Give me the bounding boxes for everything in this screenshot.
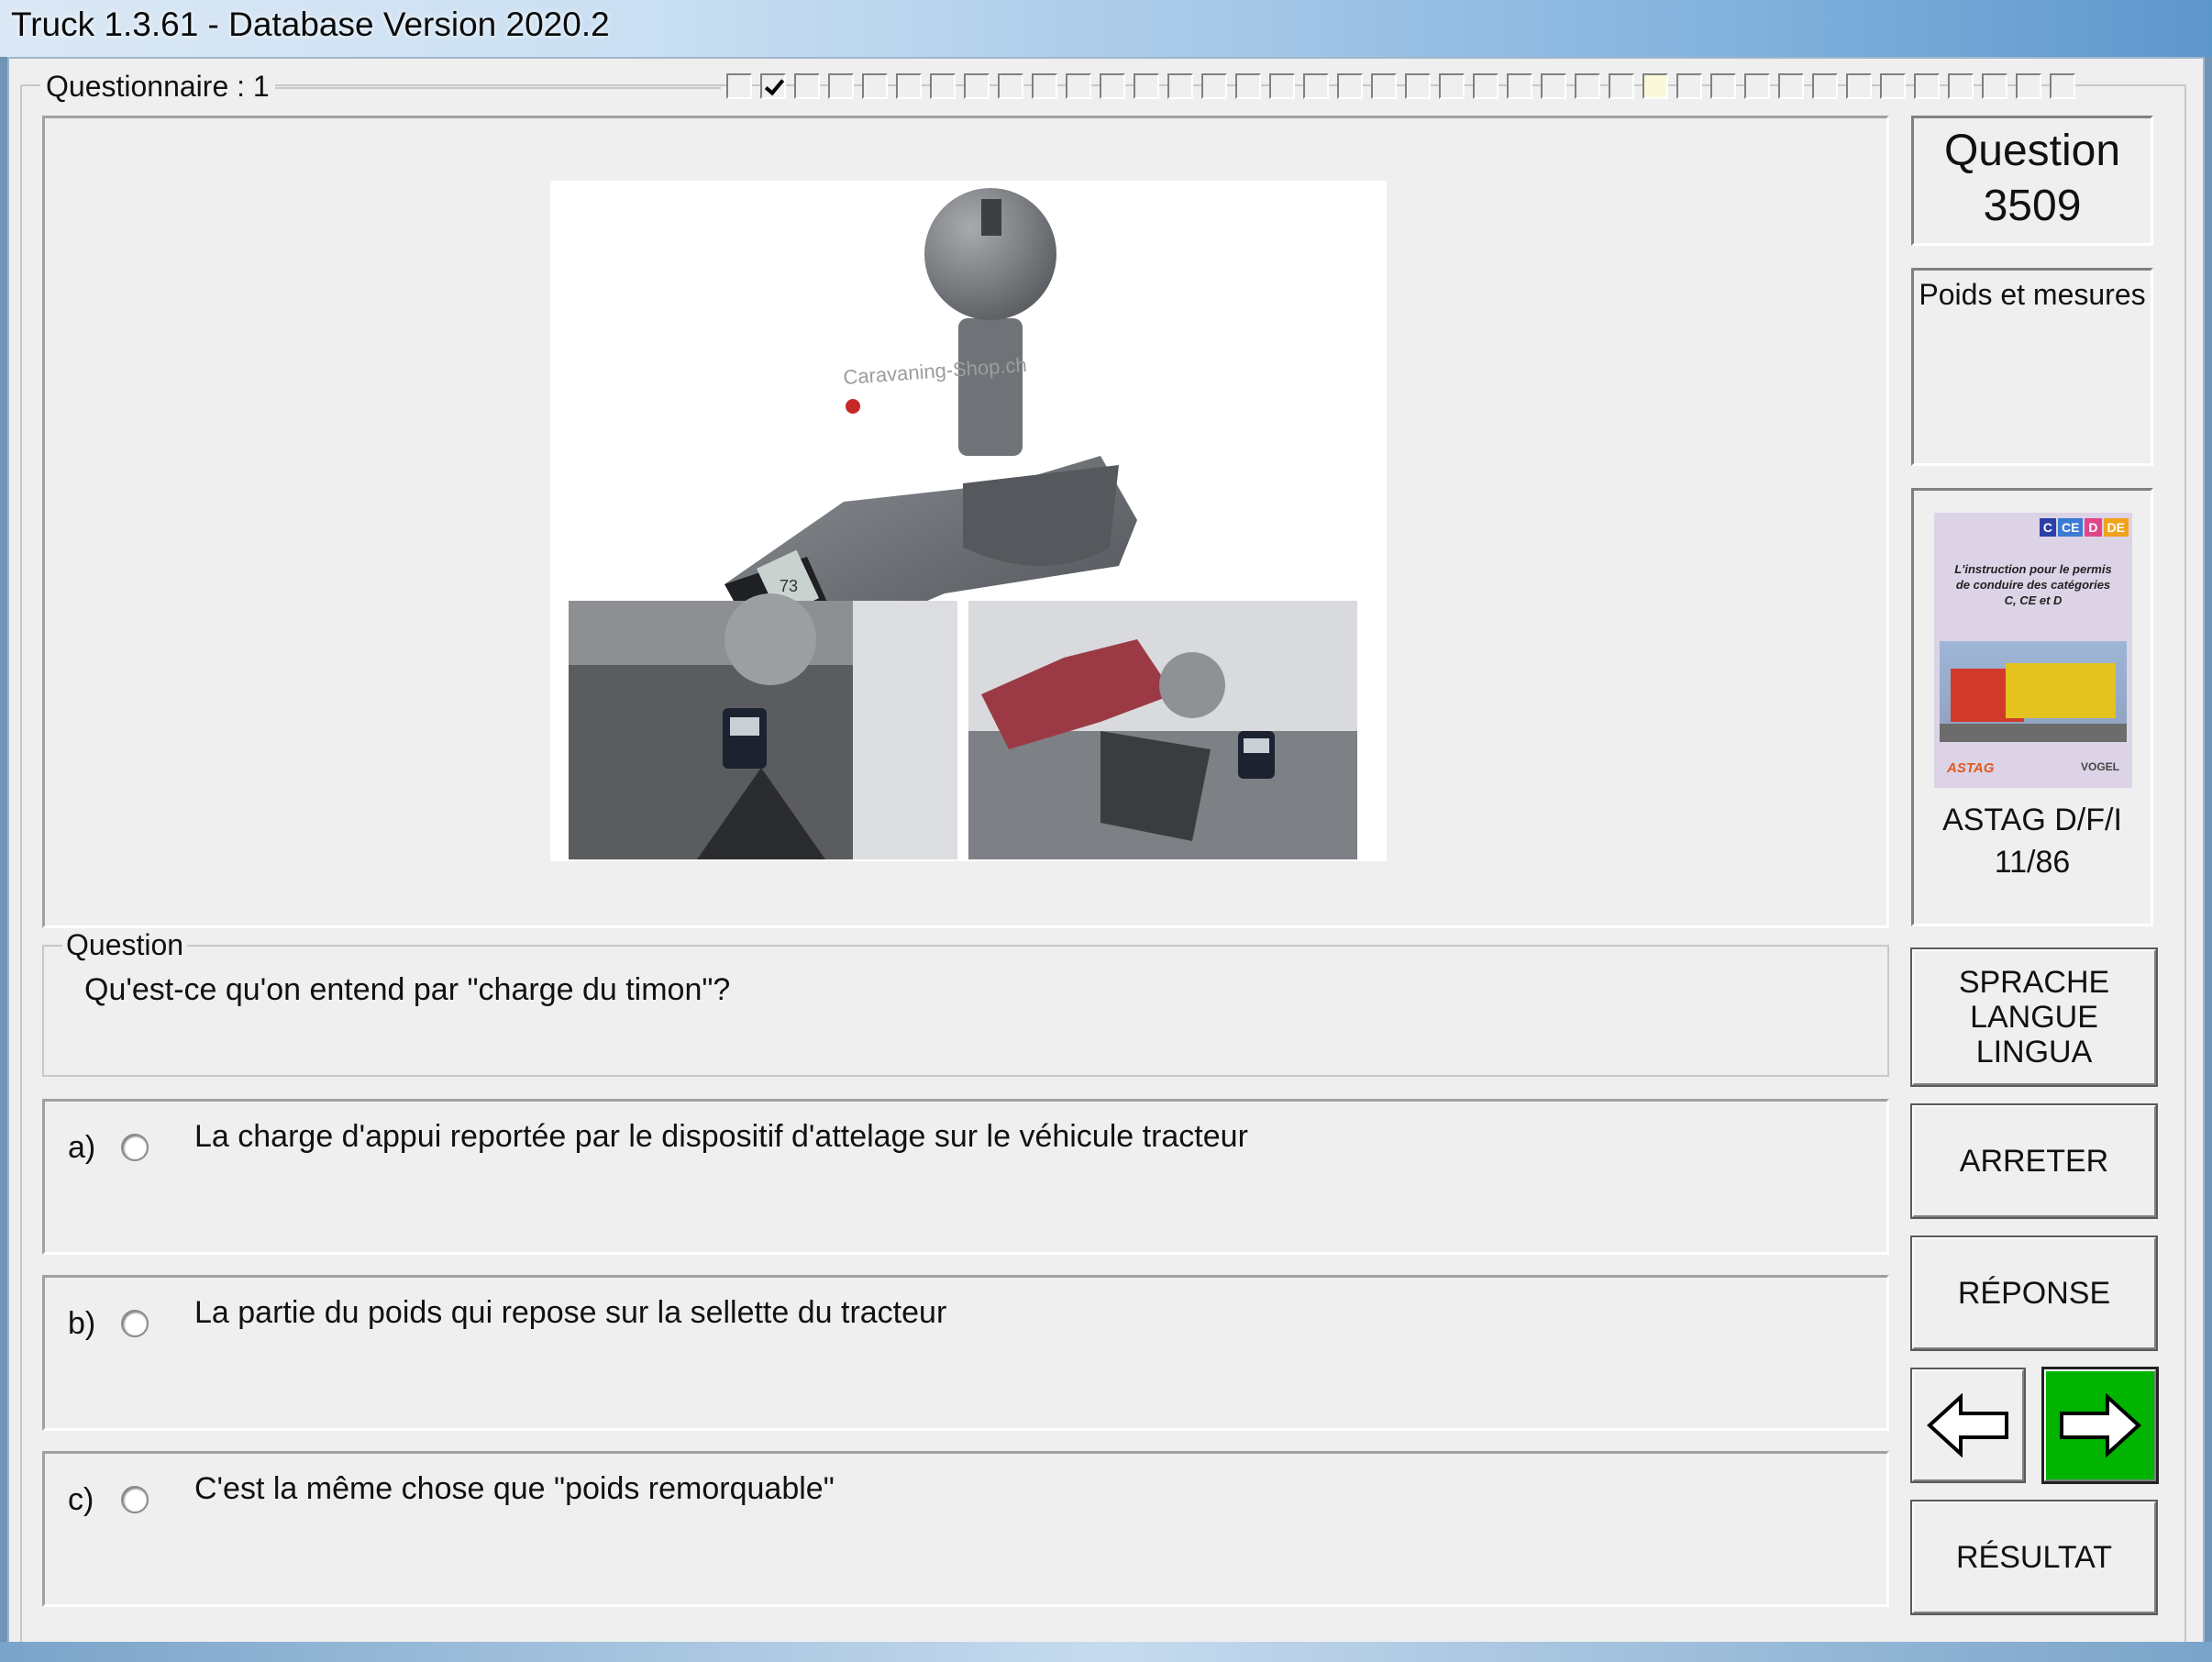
- category-text: Poids et mesures: [1919, 278, 2146, 311]
- arrow-left-icon: [1927, 1393, 2008, 1457]
- group-line: [275, 87, 721, 89]
- progress-checkbox: [1405, 73, 1431, 99]
- progress-checkbox: [1303, 73, 1329, 99]
- progress-checkbox: [1100, 73, 1125, 99]
- progress-checkbox: [1642, 73, 1668, 99]
- question-text: Qu'est-ce qu'on entend par "charge du ti…: [84, 972, 731, 1007]
- window-bottom-border: [0, 1642, 2212, 1662]
- questionnaire-label: Questionnaire : 1: [40, 70, 275, 104]
- progress-checkbox: [1676, 73, 1702, 99]
- progress-checkbox: [964, 73, 990, 99]
- previous-button[interactable]: [1910, 1368, 2026, 1483]
- hitch-photo-left: [569, 593, 957, 859]
- category-badges: C CE D DE: [2039, 518, 2129, 537]
- progress-checkbox: [1948, 73, 1974, 99]
- next-button[interactable]: [2041, 1367, 2159, 1484]
- category-badge: C: [2039, 518, 2056, 537]
- progress-checkbox: [998, 73, 1023, 99]
- answer-c-radio[interactable]: [121, 1486, 149, 1513]
- category-badge: D: [2085, 518, 2102, 537]
- progress-checkbox: [1167, 73, 1193, 99]
- progress-checkbox: [1269, 73, 1295, 99]
- answer-b-letter: b): [68, 1306, 96, 1341]
- stop-button[interactable]: ARRETER: [1910, 1103, 2158, 1219]
- answer-c-letter: c): [68, 1482, 94, 1517]
- progress-checkboxes: [726, 73, 2075, 101]
- progress-checkbox: [726, 73, 752, 99]
- category-badge: CE: [2057, 518, 2084, 537]
- language-button[interactable]: SPRACHE LANGUE LINGUA: [1910, 947, 2158, 1087]
- progress-checkbox: [1880, 73, 1906, 99]
- progress-checkbox: [794, 73, 820, 99]
- answer-button[interactable]: RÉPONSE: [1910, 1235, 2158, 1351]
- publisher-astag: ASTAG: [1947, 760, 1995, 776]
- progress-checkbox: [1201, 73, 1227, 99]
- progress-checkbox: [1066, 73, 1091, 99]
- progress-checkbox: [1812, 73, 1838, 99]
- language-button-fr: LANGUE: [1970, 999, 2098, 1035]
- progress-checkbox: [1032, 73, 1057, 99]
- answer-c-text[interactable]: C'est la même chose que "poids remorquab…: [194, 1471, 835, 1507]
- answer-a-letter: a): [68, 1130, 96, 1165]
- category-box: Poids et mesures: [1911, 268, 2153, 466]
- progress-checkbox: [862, 73, 888, 99]
- category-badge: DE: [2103, 518, 2129, 537]
- book-caption-title: ASTAG D/F/I: [1942, 803, 2122, 837]
- progress-checkbox: [1778, 73, 1804, 99]
- arrow-right-icon: [2060, 1393, 2141, 1457]
- progress-checkbox: [2016, 73, 2041, 99]
- book-caption-date: 11/86: [1994, 845, 2071, 880]
- progress-checkbox: [1235, 73, 1261, 99]
- title-bar: Truck 1.3.61 - Database Version 2020.2: [0, 0, 2212, 57]
- book-box: C CE D DE L'instruction pour le permis de c…: [1911, 488, 2153, 926]
- progress-checkbox: [1439, 73, 1465, 99]
- language-button-de: SPRACHE: [1958, 964, 2110, 1000]
- progress-checkbox: [1371, 73, 1397, 99]
- svg-text:73: 73: [780, 577, 798, 595]
- answer-b-text[interactable]: La partie du poids qui repose sur la sel…: [194, 1295, 946, 1331]
- progress-checkbox: [1914, 73, 1940, 99]
- result-button[interactable]: RÉSULTAT: [1910, 1500, 2158, 1615]
- question-number: 3509: [1983, 182, 2082, 230]
- progress-checkbox: [1134, 73, 1159, 99]
- publisher-vogel: VOGEL: [2080, 760, 2119, 773]
- answer-a-radio[interactable]: [121, 1134, 149, 1161]
- question-fieldset: [42, 945, 1889, 1077]
- language-button-it: LINGUA: [1975, 1035, 2093, 1070]
- progress-checkbox: [828, 73, 854, 99]
- progress-checkbox: [1575, 73, 1600, 99]
- progress-checkbox: [1744, 73, 1770, 99]
- progress-checkbox: [1982, 73, 2007, 99]
- question-image: 73 Caravaning-Shop.ch: [550, 181, 1387, 861]
- tow-ball-scale-icon: 73 Caravaning-Shop.ch: [569, 188, 1357, 859]
- progress-checkbox: [896, 73, 922, 99]
- question-number-box: Question 3509: [1911, 116, 2153, 246]
- answer-b-radio[interactable]: [121, 1310, 149, 1337]
- progress-checkbox: [760, 73, 786, 99]
- hitch-photo-right: [968, 601, 1357, 859]
- progress-checkbox: [930, 73, 956, 99]
- progress-checkbox: [1846, 73, 1872, 99]
- progress-checkbox: [1337, 73, 1363, 99]
- answer-a-text[interactable]: La charge d'appui reportée par le dispos…: [194, 1119, 1248, 1155]
- progress-checkbox: [1507, 73, 1532, 99]
- question-legend: Question: [62, 928, 188, 962]
- window-title: Truck 1.3.61 - Database Version 2020.2: [11, 6, 610, 43]
- question-label: Question: [1943, 127, 2121, 175]
- book-cover: C CE D DE L'instruction pour le permis de c…: [1934, 513, 2132, 788]
- progress-checkbox: [2050, 73, 2075, 99]
- book-cover-text: L'instruction pour le permis de conduire…: [1954, 562, 2112, 607]
- progress-checkbox: [1473, 73, 1499, 99]
- progress-checkbox: [1541, 73, 1566, 99]
- progress-checkbox: [1710, 73, 1736, 99]
- book-cover-image: [1940, 641, 2127, 742]
- progress-checkbox: [1609, 73, 1634, 99]
